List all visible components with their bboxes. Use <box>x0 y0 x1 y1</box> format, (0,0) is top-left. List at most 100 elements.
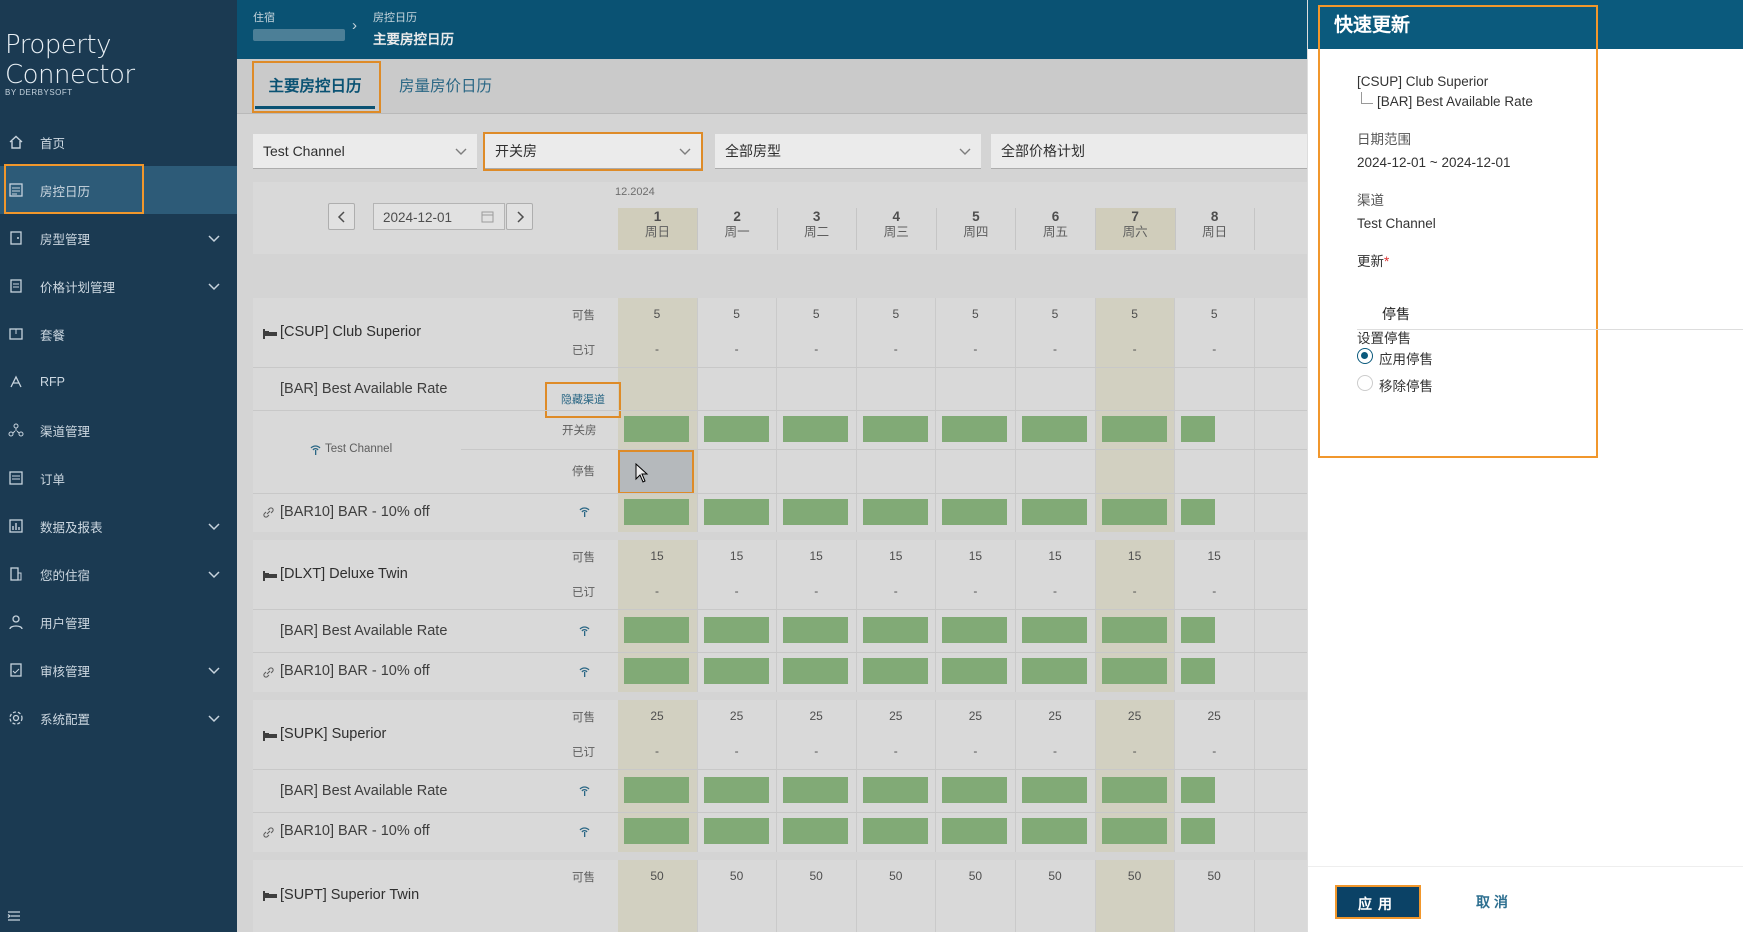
stop-sell-cell-selected[interactable] <box>618 450 694 494</box>
open-status-cell[interactable] <box>862 617 928 643</box>
open-status-cell[interactable] <box>1181 499 1216 525</box>
breadcrumb-section[interactable]: 房控日历 <box>373 9 417 25</box>
sidebar-item-report[interactable]: 数据及报表 <box>0 502 237 550</box>
open-status-cell[interactable] <box>1022 617 1087 643</box>
open-status-cell[interactable] <box>1022 499 1087 525</box>
sidebar-item-rfp[interactable]: RFP <box>0 358 237 406</box>
open-status-cell[interactable] <box>1181 617 1216 643</box>
open-status-cell[interactable] <box>703 818 769 844</box>
remove-stop-label[interactable]: 移除停售 <box>1379 375 1433 395</box>
apply-button[interactable]: 应用 <box>1335 885 1421 919</box>
open-status-cell[interactable] <box>624 617 689 643</box>
remove-stop-radio[interactable] <box>1357 375 1373 391</box>
next-date-button[interactable] <box>506 203 533 230</box>
open-status-cell[interactable] <box>862 499 928 525</box>
open-status-cell[interactable] <box>703 617 769 643</box>
day-number: 8 <box>1210 209 1219 224</box>
breadcrumb-root[interactable]: 住宿 <box>253 9 275 25</box>
type-select[interactable]: 开关房 <box>483 132 703 171</box>
open-status-cell[interactable] <box>1101 818 1167 844</box>
open-status-cell[interactable] <box>703 777 769 803</box>
sidebar-item-package[interactable]: 套餐 <box>0 310 237 358</box>
channel-signal-icon[interactable] <box>579 826 590 837</box>
open-status-cell[interactable] <box>1101 416 1167 442</box>
open-status-cell[interactable] <box>862 658 928 684</box>
date-input[interactable]: 2024-12-01 <box>373 203 505 230</box>
open-status-cell[interactable] <box>1101 658 1167 684</box>
rate-plan-name[interactable]: [BAR] Best Available Rate <box>280 623 447 639</box>
open-status-cell[interactable] <box>783 617 849 643</box>
room-name[interactable]: [SUPK] Superior <box>280 726 386 742</box>
channel-signal-icon[interactable] <box>579 785 590 796</box>
open-status-cell[interactable] <box>862 818 928 844</box>
open-status-cell[interactable] <box>1022 777 1087 803</box>
channel-signal-icon[interactable] <box>579 625 590 636</box>
rate-plan-name[interactable]: [BAR10] BAR - 10% off <box>280 823 430 839</box>
brand-logo[interactable]: Property Connector BY DERBYSOFT <box>5 30 237 97</box>
rate-plan-name[interactable]: [BAR] Best Available Rate <box>280 783 447 799</box>
open-status-cell[interactable] <box>1181 658 1216 684</box>
open-status-cell[interactable] <box>783 499 849 525</box>
sidebar-item-users[interactable]: 用户管理 <box>0 598 237 646</box>
open-status-cell[interactable] <box>783 658 849 684</box>
open-status-cell[interactable] <box>624 818 689 844</box>
sidebar-item-settings[interactable]: 系统配置 <box>0 694 237 742</box>
cancel-button[interactable]: 取消 <box>1464 885 1524 919</box>
open-status-cell[interactable] <box>624 416 689 442</box>
open-status-cell[interactable] <box>703 499 769 525</box>
open-status-cell[interactable] <box>942 658 1008 684</box>
open-status-cell[interactable] <box>624 499 689 525</box>
room-name[interactable]: [SUPT] Superior Twin <box>280 887 419 903</box>
open-status-cell[interactable] <box>624 658 689 684</box>
open-status-cell[interactable] <box>942 617 1008 643</box>
open-status-cell[interactable] <box>942 499 1008 525</box>
rate-plan-select[interactable]: 全部价格计划 <box>991 134 1307 169</box>
open-status-cell[interactable] <box>703 658 769 684</box>
open-status-cell[interactable] <box>862 416 928 442</box>
sidebar-item-channel[interactable]: 渠道管理 <box>0 406 237 454</box>
channel-signal-icon[interactable] <box>579 666 590 677</box>
open-status-cell[interactable] <box>1181 818 1216 844</box>
room-name[interactable]: [DLXT] Deluxe Twin <box>280 566 408 582</box>
open-status-cell[interactable] <box>942 416 1008 442</box>
channel-signal-icon[interactable] <box>579 506 590 517</box>
open-status-cell[interactable] <box>1181 777 1216 803</box>
room-name[interactable]: [CSUP] Club Superior <box>280 324 421 340</box>
tab-rate-calendar[interactable]: 房量房价日历 <box>399 65 492 109</box>
open-status-cell[interactable] <box>1022 658 1087 684</box>
open-status-cell[interactable] <box>703 416 769 442</box>
open-status-cell[interactable] <box>1022 416 1087 442</box>
apply-stop-radio[interactable] <box>1357 348 1373 364</box>
channel-signal-icon[interactable] <box>310 444 321 455</box>
open-status-cell[interactable] <box>1181 416 1216 442</box>
open-status-cell[interactable] <box>1101 617 1167 643</box>
sidebar-item-room-type[interactable]: 房型管理 <box>0 214 237 262</box>
open-status-cell[interactable] <box>942 818 1008 844</box>
sidebar-item-order[interactable]: 订单 <box>0 454 237 502</box>
update-select[interactable]: 停售 <box>1357 298 1743 330</box>
open-status-cell[interactable] <box>1101 777 1167 803</box>
open-status-cell[interactable] <box>624 777 689 803</box>
sidebar-item-home[interactable]: 首页 <box>0 118 237 166</box>
hide-channel-button[interactable]: 隐藏渠道 <box>545 382 621 418</box>
apply-stop-label[interactable]: 应用停售 <box>1379 348 1433 368</box>
rate-plan-name[interactable]: [BAR10] BAR - 10% off <box>280 663 430 679</box>
open-status-cell[interactable] <box>1101 499 1167 525</box>
open-status-cell[interactable] <box>783 416 849 442</box>
room-type-select[interactable]: 全部房型 <box>715 134 981 169</box>
rate-plan-name[interactable]: [BAR] Best Available Rate <box>280 381 447 397</box>
sidebar-item-property[interactable]: 您的住宿 <box>0 550 237 598</box>
prev-date-button[interactable] <box>328 203 355 230</box>
channel-select[interactable]: Test Channel <box>253 134 477 169</box>
open-status-cell[interactable] <box>942 777 1008 803</box>
open-status-cell[interactable] <box>783 777 849 803</box>
collapse-menu-icon[interactable] <box>6 908 22 924</box>
rate-plan-name[interactable]: [BAR10] BAR - 10% off <box>280 504 430 520</box>
highlight-box <box>252 61 381 113</box>
sidebar-item-audit[interactable]: 审核管理 <box>0 646 237 694</box>
open-status-cell[interactable] <box>1022 818 1087 844</box>
open-status-cell[interactable] <box>862 777 928 803</box>
sidebar-item-rate-plan[interactable]: 价格计划管理 <box>0 262 237 310</box>
breadcrumb-separator-icon: › <box>352 17 357 34</box>
open-status-cell[interactable] <box>783 818 849 844</box>
